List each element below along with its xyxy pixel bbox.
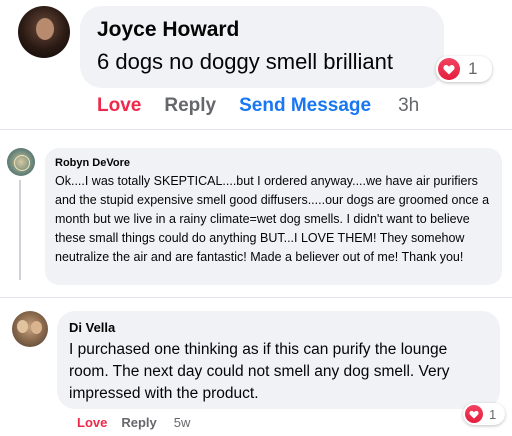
comment-text: I purchased one thinking as if this can … [69, 341, 450, 402]
comment-bubble: Robyn DeVore Ok....I was totally SKEPTIC… [45, 148, 502, 285]
avatar[interactable] [12, 311, 48, 347]
comment-actions: Love Reply 5w [77, 415, 190, 430]
comment-author[interactable]: Joyce Howard [97, 18, 239, 42]
timestamp[interactable]: 5w [174, 415, 191, 430]
comment-text: 6 dogs no doggy smell brilliant [97, 49, 393, 74]
thread-line [19, 180, 21, 280]
comment-author[interactable]: Di Vella [69, 320, 115, 335]
reply-button[interactable]: Reply [121, 415, 156, 430]
divider [0, 129, 512, 130]
love-button[interactable]: Love [77, 415, 107, 430]
heart-icon [465, 405, 483, 423]
heart-icon [438, 58, 460, 80]
comment-author[interactable]: Robyn DeVore [55, 157, 130, 169]
comment-text: Ok....I was totally SKEPTICAL....but I o… [55, 174, 490, 264]
reaction-summary[interactable]: 1 [436, 56, 492, 82]
comment-bubble: Di Vella I purchased one thinking as if … [57, 311, 500, 409]
timestamp[interactable]: 3h [398, 95, 419, 117]
reaction-summary[interactable]: 1 [463, 403, 505, 425]
love-button[interactable]: Love [97, 95, 141, 117]
comment-actions: Love Reply Send Message 3h [97, 95, 419, 117]
avatar[interactable] [7, 148, 35, 176]
reaction-count: 1 [468, 59, 478, 78]
avatar[interactable] [18, 6, 70, 58]
divider [0, 297, 512, 298]
comment-bubble: Joyce Howard 6 dogs no doggy smell brill… [80, 6, 444, 88]
send-message-button[interactable]: Send Message [239, 95, 371, 117]
reply-button[interactable]: Reply [164, 95, 216, 117]
reaction-count: 1 [489, 406, 497, 422]
